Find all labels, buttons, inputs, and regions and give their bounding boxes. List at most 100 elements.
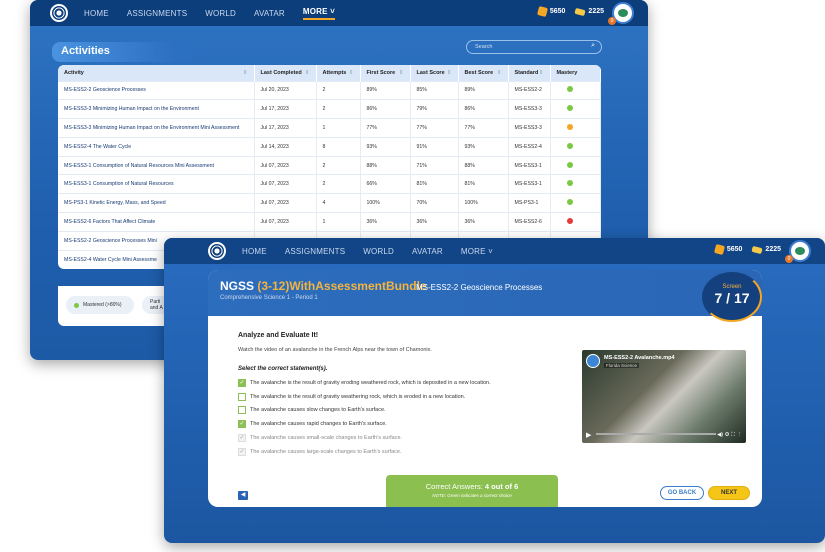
video-progress-bar[interactable] bbox=[596, 433, 716, 435]
video-player[interactable]: MS-ESS2-2 Avalanche.mp4 Florida Science … bbox=[582, 350, 746, 443]
cell-best: 93% bbox=[458, 136, 509, 157]
green-dot-icon bbox=[74, 302, 79, 308]
cell-first: 77% bbox=[360, 118, 411, 138]
page-title: Activities bbox=[52, 42, 202, 62]
cell-mastery bbox=[550, 212, 601, 232]
column-header[interactable]: Best Score ⇕ bbox=[458, 65, 509, 81]
sort-icon[interactable]: ⇕ bbox=[305, 70, 310, 76]
video-controls-icon[interactable]: ◀) ⚙ ⛶ ⋮ bbox=[717, 432, 742, 439]
column-header[interactable]: Attempts ⇕ bbox=[316, 65, 361, 81]
mastery-dot-icon bbox=[566, 86, 573, 93]
table-row[interactable]: MS-PS3-1 Kinetic Energy, Mass, and Speed… bbox=[58, 193, 601, 213]
sort-icon[interactable]: ⇕ bbox=[539, 70, 544, 76]
question-text: Watch the video of an avalanche in the F… bbox=[238, 347, 432, 353]
notification-badge: 0 bbox=[785, 255, 793, 263]
search-input[interactable]: Search ⌕ bbox=[466, 40, 602, 54]
cell-std: MS-PS3-1 bbox=[508, 193, 551, 213]
cell-attempts: 1 bbox=[316, 118, 361, 138]
cell-last: 36% bbox=[410, 212, 459, 232]
checkbox: ✓ bbox=[238, 434, 246, 443]
cell-activity[interactable]: MS-ESS2-4 The Water Cycle bbox=[58, 136, 255, 157]
cell-std: MS-ESS2-4 bbox=[508, 136, 551, 157]
cell-activity[interactable]: MS-ESS2-2 Geoscience Processes bbox=[58, 80, 255, 100]
cell-activity[interactable]: MS-PS3-1 Kinetic Energy, Mass, and Speed bbox=[58, 193, 255, 213]
column-header[interactable]: Mastery bbox=[550, 65, 601, 81]
nav-avatar[interactable]: AVATAR bbox=[254, 9, 285, 18]
answer-option[interactable]: ✓ The avalanche causes rapid changes to E… bbox=[238, 417, 491, 431]
sort-icon[interactable]: ⇕ bbox=[349, 70, 354, 76]
table-row[interactable]: MS-ESS2-2 Geoscience Processes Jul 20, 20… bbox=[58, 80, 601, 100]
logo-icon[interactable] bbox=[208, 242, 226, 260]
nav-avatar[interactable]: AVATAR bbox=[412, 247, 443, 256]
column-header[interactable]: Activity ⇕ bbox=[58, 65, 255, 81]
cell-activity[interactable]: MS-ESS3-1 Consumption of Natural Resourc… bbox=[58, 174, 255, 194]
cell-attempts: 1 bbox=[316, 212, 361, 232]
cell-best: 81% bbox=[458, 174, 509, 194]
logo-icon[interactable] bbox=[50, 4, 68, 22]
cell-attempts: 2 bbox=[316, 80, 361, 100]
column-header[interactable]: First Score ⇕ bbox=[360, 65, 411, 81]
mastery-dot-icon bbox=[566, 142, 573, 149]
video-source: Florida Science bbox=[604, 363, 640, 368]
cell-attempts: 2 bbox=[316, 155, 361, 175]
sort-icon[interactable]: ⇕ bbox=[399, 70, 404, 76]
cell-activity[interactable]: MS-ESS3-3 Minimizing Human Impact on the… bbox=[58, 118, 255, 138]
go-back-button[interactable]: GO BACK bbox=[660, 486, 704, 500]
column-header[interactable]: Standard ⇕ bbox=[508, 65, 551, 81]
gem-icon bbox=[751, 245, 764, 254]
cell-date: Jul 20, 2023 bbox=[254, 80, 317, 100]
cell-last: 91% bbox=[410, 136, 459, 157]
lesson-content: NGSS (3-12)WithAssessmentBundle Comprehe… bbox=[208, 270, 762, 507]
cell-first: 66% bbox=[360, 174, 411, 194]
checkbox[interactable]: ✓ bbox=[238, 420, 246, 429]
nav-home[interactable]: HOME bbox=[242, 247, 267, 256]
nav-assignments[interactable]: ASSIGNMENTS bbox=[127, 9, 187, 18]
cell-date: Jul 07, 2023 bbox=[254, 193, 317, 213]
play-icon[interactable]: ▶ bbox=[586, 431, 591, 439]
gems-counter: 2225 bbox=[574, 7, 604, 16]
table-row[interactable]: MS-ESS3-3 Minimizing Human Impact on the… bbox=[58, 118, 601, 138]
cell-activity[interactable]: MS-ESS2-6 Factors That Affect Climate bbox=[58, 212, 255, 232]
next-button[interactable]: NEXT bbox=[708, 486, 750, 500]
sort-icon[interactable]: ⇕ bbox=[447, 70, 452, 76]
checkbox[interactable] bbox=[238, 406, 246, 415]
search-icon[interactable]: ⌕ bbox=[591, 42, 595, 50]
nav-home[interactable]: HOME bbox=[84, 9, 109, 18]
cell-mastery bbox=[550, 136, 601, 157]
nav-world[interactable]: WORLD bbox=[205, 9, 236, 18]
checkbox[interactable]: ✓ bbox=[238, 378, 246, 387]
answer-option[interactable]: The avalanche is the result of gravity w… bbox=[238, 390, 491, 404]
top-nav-lesson: HOME ASSIGNMENTS WORLD AVATAR MORE ˅ 565… bbox=[164, 238, 825, 264]
top-nav: HOME ASSIGNMENTS WORLD AVATAR MORE ˅ 565… bbox=[30, 0, 648, 26]
sort-icon[interactable]: ⇕ bbox=[243, 70, 248, 76]
cell-std: MS-ESS3-3 bbox=[508, 118, 551, 138]
speaker-icon[interactable]: ◀ bbox=[238, 491, 248, 500]
answer-option[interactable]: ✓ The avalanche is the result of gravity … bbox=[238, 376, 491, 390]
nav-world[interactable]: WORLD bbox=[363, 247, 394, 256]
nav-assignments[interactable]: ASSIGNMENTS bbox=[285, 247, 345, 256]
cell-best: 77% bbox=[458, 118, 509, 138]
table-row[interactable]: MS-ESS3-3 Minimizing Human Impact on the… bbox=[58, 99, 601, 119]
column-header[interactable]: Last Completed ⇕ bbox=[254, 65, 317, 81]
cell-mastery bbox=[550, 193, 601, 213]
gem-icon bbox=[574, 7, 587, 16]
cell-first: 88% bbox=[360, 155, 411, 175]
table-row[interactable]: MS-ESS3-1 Consumption of Natural Resourc… bbox=[58, 174, 601, 194]
cell-date: Jul 17, 2023 bbox=[254, 99, 317, 119]
nav-more[interactable]: MORE ˅ bbox=[302, 7, 335, 20]
table-row[interactable]: MS-ESS2-4 The Water Cycle Jul 14, 2023 8 93… bbox=[58, 136, 601, 157]
cell-activity[interactable]: MS-ESS3-1 Consumption of Natural Resourc… bbox=[58, 155, 255, 175]
cell-activity[interactable]: MS-ESS3-3 Minimizing Human Impact on the… bbox=[58, 99, 255, 119]
answer-options: ✓ The avalanche is the result of gravity … bbox=[238, 376, 491, 459]
column-header[interactable]: Last Score ⇕ bbox=[410, 65, 459, 81]
lesson-window: HOME ASSIGNMENTS WORLD AVATAR MORE ˅ 565… bbox=[164, 238, 825, 543]
table-row[interactable]: MS-ESS3-1 Consumption of Natural Resourc… bbox=[58, 155, 601, 175]
checkbox[interactable] bbox=[238, 392, 246, 401]
cell-last: 81% bbox=[410, 174, 459, 194]
answer-option[interactable]: The avalanche causes slow changes to Ear… bbox=[238, 404, 491, 418]
sort-icon[interactable]: ⇕ bbox=[497, 70, 502, 76]
table-row[interactable]: MS-ESS2-6 Factors That Affect Climate Jul… bbox=[58, 212, 601, 232]
cell-best: 36% bbox=[458, 212, 509, 232]
bundle-title: NGSS (3-12)WithAssessmentBundle bbox=[220, 279, 427, 293]
nav-more[interactable]: MORE ˅ bbox=[461, 247, 493, 256]
